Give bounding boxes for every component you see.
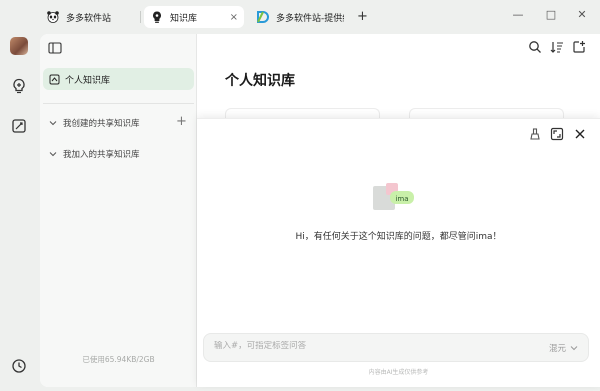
tab-bar: 多多软件站 知识库 × 多多软件站-提供综 + — □ ✕	[0, 0, 600, 34]
content-area: 个人知识库 ima Hi，有任何关于这个知识库的问题，都尽管问ima！ 混元	[197, 34, 600, 387]
tab-duoduo-site[interactable]: 多多软件站-提供综	[250, 6, 350, 28]
sort-icon[interactable]	[550, 40, 564, 54]
chat-input-box: 混元	[203, 333, 589, 362]
ai-disclaimer: 内容由AI生成仅供参考	[368, 369, 429, 376]
search-icon[interactable]	[528, 40, 542, 54]
left-rail	[0, 34, 38, 391]
divider	[43, 103, 194, 104]
sidebar-item-personal-kb[interactable]: 个人知识库	[43, 68, 194, 90]
chevron-down-icon	[49, 152, 57, 157]
close-icon[interactable]	[573, 127, 587, 141]
notes-icon[interactable]	[11, 118, 27, 134]
clear-chat-icon[interactable]	[528, 127, 542, 141]
minimize-button[interactable]: —	[510, 8, 526, 21]
sidebar-item-label: 个人知识库	[65, 75, 111, 86]
model-select[interactable]: 混元	[549, 342, 578, 354]
ima-logo-icon: ima	[373, 183, 414, 210]
tab-knowledge-base[interactable]: 知识库 ×	[144, 6, 244, 28]
panda-icon	[46, 10, 60, 24]
history-icon[interactable]	[11, 358, 27, 374]
new-tab-button[interactable]: +	[357, 9, 368, 24]
section-joined-shared-kb[interactable]: 我加入的共享知识库	[49, 148, 140, 160]
maximize-button[interactable]: □	[543, 8, 559, 21]
chevron-down-icon	[49, 121, 57, 126]
d-logo-icon	[256, 10, 270, 24]
sidebar-toggle-icon[interactable]	[48, 42, 62, 54]
knowledge-base-icon	[49, 74, 60, 84]
main-panel: 个人知识库 我创建的共享知识库 + 我加入的共享知识库 已使用65.94KB/2…	[40, 34, 600, 387]
svg-text:ima: ima	[395, 195, 408, 203]
tab-separator	[140, 11, 141, 23]
section-label: 我创建的共享知识库	[63, 119, 140, 129]
chat-input[interactable]	[214, 341, 514, 351]
chat-greeting: Hi，有任何关于这个知识库的问题，都尽管问ima！	[295, 232, 502, 242]
storage-usage: 已使用65.94KB/2GB	[82, 355, 155, 364]
knowledge-sidebar: 个人知识库 我创建的共享知识库 + 我加入的共享知识库 已使用65.94KB/2…	[40, 34, 197, 387]
expand-icon[interactable]	[550, 127, 564, 141]
chat-panel: ima Hi，有任何关于这个知识库的问题，都尽管问ima！ 混元 内容由AI生成…	[197, 118, 600, 387]
close-tab-icon[interactable]: ×	[230, 12, 238, 23]
tab-title: 知识库	[170, 13, 198, 24]
model-label: 混元	[548, 344, 566, 354]
tab-title: 多多软件站	[66, 13, 112, 24]
avatar[interactable]	[10, 37, 28, 55]
section-label: 我加入的共享知识库	[63, 150, 140, 160]
add-content-icon[interactable]	[572, 40, 586, 54]
ima-bulb-icon	[150, 10, 164, 24]
section-created-shared-kb[interactable]: 我创建的共享知识库	[49, 117, 140, 129]
chevron-down-icon	[570, 346, 578, 351]
bulb-icon[interactable]	[11, 78, 27, 94]
tab-title: 多多软件站-提供综	[276, 13, 344, 24]
tab-duoduo[interactable]: 多多软件站	[40, 6, 140, 28]
page-title: 个人知识库	[225, 73, 295, 89]
close-window-button[interactable]: ✕	[574, 8, 590, 21]
add-shared-kb-button[interactable]: +	[176, 114, 187, 129]
